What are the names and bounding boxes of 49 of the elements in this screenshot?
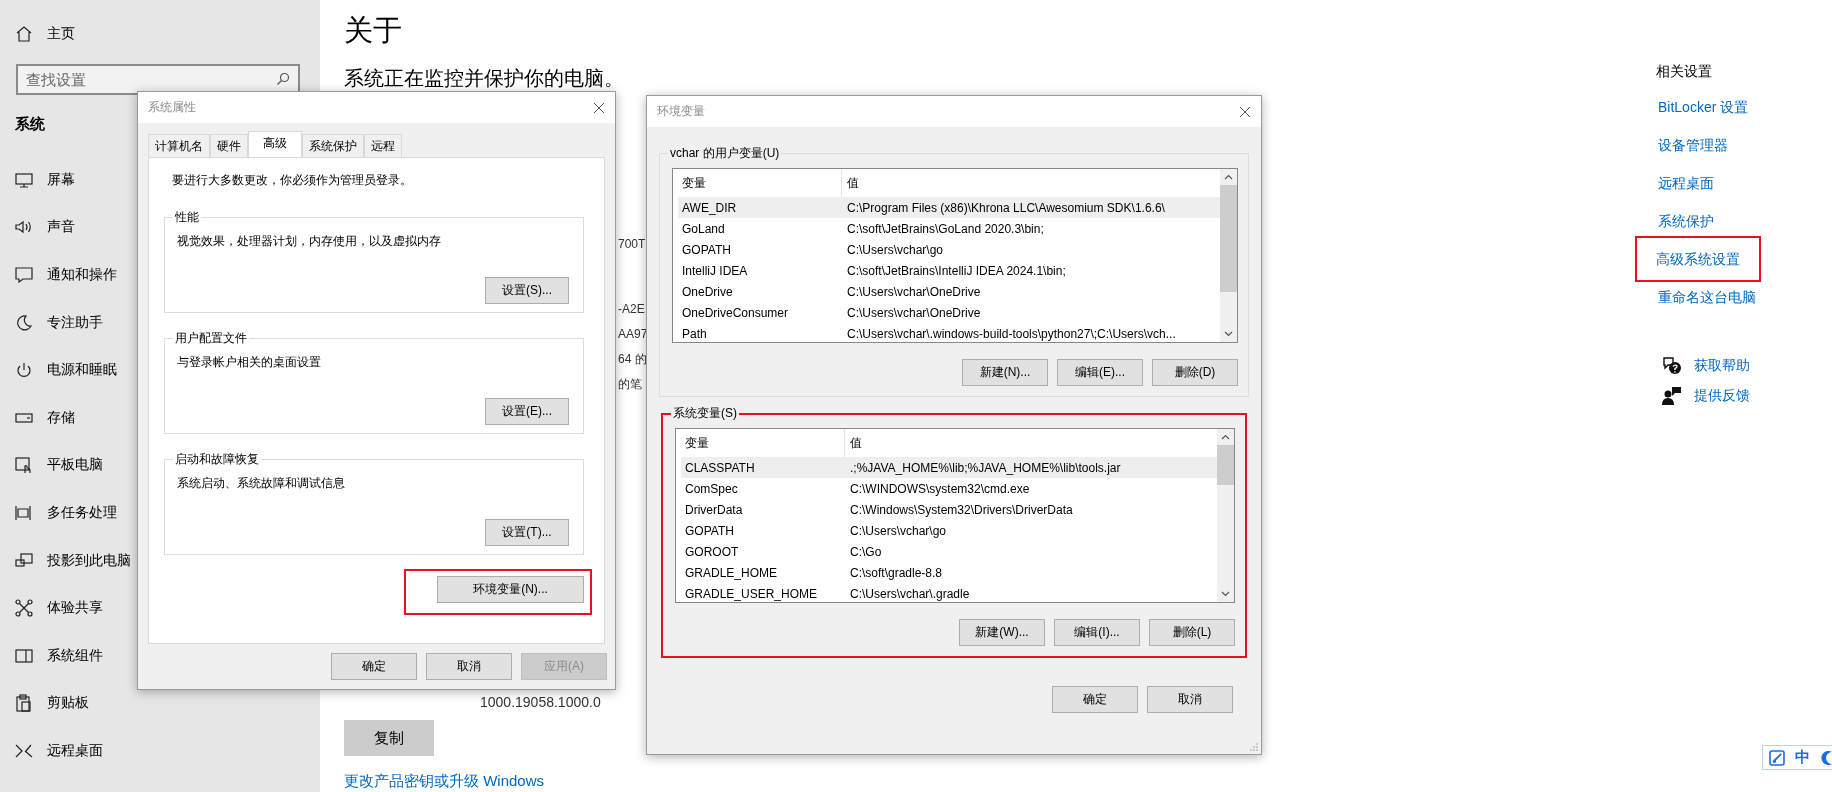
group-label: 性能 (174, 209, 200, 226)
group-label: 启动和故障恢复 (174, 451, 260, 468)
spec-value: AA97 (618, 326, 648, 343)
table-cell-text: GOPATH (684, 523, 735, 538)
table-cell-text: C:\Go (849, 544, 882, 559)
table-cell-text: C:\soft\gradle-8.8 (849, 565, 943, 580)
table-cell-text: ComSpec (684, 481, 739, 496)
table-cell-text: C:\soft\JetBrains\GoLand 2020.3\bin; (846, 221, 1044, 236)
description-text: 系统启动、系统故障和调试信息 (177, 475, 346, 492)
group-label: 系统变量(S) (672, 405, 738, 422)
spec-value: 的笔 (618, 376, 643, 393)
table-cell-text: C:\Windows\System32\Drivers\DriverData (849, 502, 1073, 517)
table-cell-text: C:\soft\JetBrains\IntelliJ IDEA 2024.1\bin; (846, 263, 1066, 278)
table-cell-text: GOROOT (684, 544, 740, 559)
table-cell-text: GRADLE_USER_HOME (684, 586, 819, 601)
table-cell-text: C:\Users\vchar\go (846, 242, 944, 257)
table-cell-text: C:\WINDOWS\system32\cmd.exe (849, 481, 1030, 496)
group-label: vchar 的用户变量(U) (669, 145, 781, 162)
group-label: 用户配置文件 (174, 330, 248, 347)
table-cell-text: C:\Users\vchar\go (849, 523, 947, 538)
spec-value: 64 的 (618, 351, 648, 368)
section-heading: 系统 (14, 115, 46, 134)
description-text: 与登录帐户相关的桌面设置 (177, 354, 322, 371)
table-cell-text: OneDriveConsumer (681, 305, 790, 320)
window-title: 环境变量 (657, 103, 705, 120)
table-cell-text: GOPATH (681, 242, 732, 257)
table-cell-text: C:\Users\vchar\.windows-build-tools\python27\;C:\Users\vch... (846, 326, 1176, 341)
spec-value: 1000.19058.1000.0 (480, 693, 601, 712)
page-title: 关于 (344, 13, 402, 48)
table-cell-text: .;%JAVA_HOME%\lib;%JAVA_HOME%\lib\tools.jar (849, 460, 1121, 475)
table-cell-text: OneDrive (681, 284, 734, 299)
table-cell-text: C:\Users\vchar\.gradle (849, 586, 970, 601)
table-cell-text: AWE_DIR (681, 200, 738, 215)
table-cell-text: C:\Users\vchar\OneDrive (846, 284, 981, 299)
info-text: 要进行大多数更改，你必须作为管理员登录。 (172, 172, 413, 189)
table-cell-text: IntelliJ IDEA (681, 263, 749, 278)
spec-value: 700T (618, 236, 647, 253)
description-text: 视觉效果，处理器计划，内存使用，以及虚拟内存 (177, 233, 442, 250)
status-text: 系统正在监控并保护你的电脑。 (344, 66, 624, 91)
table-cell-text: Path (681, 326, 708, 341)
spec-value: -A2E (618, 301, 646, 318)
table-cell-text: C:\Program Files (x86)\Khrona LLC\Awesomium SDK\1.6.6\ (846, 200, 1165, 215)
section-heading: 相关设置 (1656, 62, 1712, 81)
table-cell-text: GRADLE_HOME (684, 565, 779, 580)
table-cell-text: CLASSPATH (684, 460, 756, 475)
table-cell-text: C:\Users\vchar\OneDrive (846, 305, 981, 320)
table-cell-text: DriverData (684, 502, 744, 517)
window-title: 系统属性 (148, 99, 196, 116)
table-cell-text: GoLand (681, 221, 726, 236)
